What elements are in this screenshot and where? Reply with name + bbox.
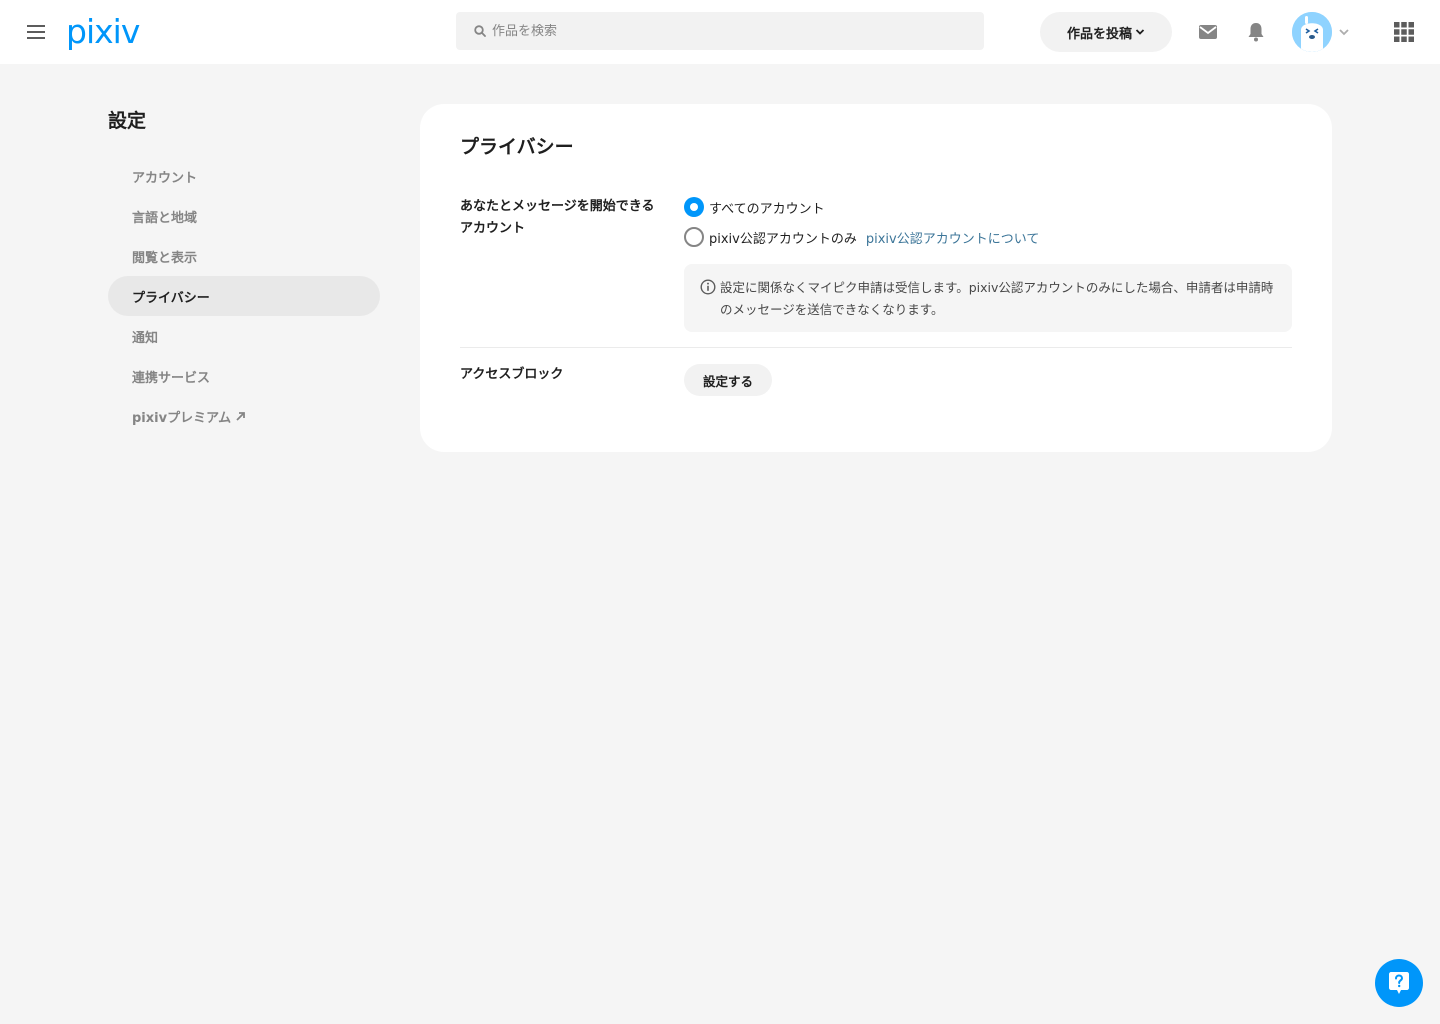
settings-nav: アカウント 言語と地域 閲覧と表示 プライバシー 通知 連携サービス pixiv…: [108, 156, 380, 436]
info-text: 設定に関係なくマイピク申請は受信します。pixiv公認アカウントのみにした場合、…: [720, 280, 1274, 317]
menu-icon: [27, 25, 45, 39]
bell-icon: [1248, 23, 1264, 42]
sidebar-item-privacy[interactable]: プライバシー: [108, 276, 380, 316]
search-bar[interactable]: [456, 12, 984, 50]
sidebar-item-label: 通知: [132, 330, 159, 346]
divider: [460, 347, 1292, 348]
sidebar-item-label: pixivプレミアム: [132, 410, 232, 426]
radio-checked-icon[interactable]: [684, 197, 704, 217]
avatar-face-icon: [1292, 12, 1332, 52]
chevron-down-icon: [1135, 29, 1145, 35]
radio-all-accounts[interactable]: すべてのアカウント: [684, 197, 825, 217]
privacy-settings-card: プライバシー あなたとメッセージを開始できるアカウント すべてのアカウント pi…: [420, 104, 1332, 452]
access-block-settings-button[interactable]: 設定する: [684, 364, 772, 396]
apps-grid-icon: [1394, 22, 1414, 42]
official-accounts-link[interactable]: pixiv公認アカウントについて: [866, 228, 1039, 247]
menu-button[interactable]: [22, 20, 50, 44]
radio-unchecked-icon[interactable]: [684, 227, 704, 247]
sidebar-item-language[interactable]: 言語と地域: [108, 196, 380, 236]
access-block-label: アクセスブロック: [460, 367, 564, 382]
external-link-icon: [235, 411, 246, 422]
avatar[interactable]: [1292, 12, 1332, 52]
apps-button[interactable]: [1392, 20, 1416, 44]
pixiv-logo[interactable]: pixiv: [66, 10, 140, 54]
top-header: pixiv 作品を投稿: [0, 0, 1440, 64]
help-button[interactable]: [1375, 959, 1423, 1007]
sidebar-item-label: プライバシー: [132, 290, 210, 306]
sidebar-item-label: アカウント: [132, 170, 198, 186]
post-work-label: 作品を投稿: [1066, 26, 1132, 42]
sidebar-item-label: 閲覧と表示: [132, 250, 198, 266]
post-work-button[interactable]: 作品を投稿: [1040, 12, 1172, 52]
sidebar-item-label: 連携サービス: [132, 370, 211, 386]
notifications-button[interactable]: [1244, 20, 1268, 44]
account-menu-toggle[interactable]: [1337, 24, 1351, 38]
radio-label: すべてのアカウント: [709, 201, 825, 217]
sidebar-item-notifications[interactable]: 通知: [108, 316, 380, 356]
help-icon: [1389, 972, 1409, 994]
mail-icon: [1199, 25, 1217, 39]
page-title: プライバシー: [460, 136, 574, 158]
sidebar-item-label: 言語と地域: [132, 210, 198, 226]
sidebar-item-premium[interactable]: pixivプレミアム: [108, 396, 380, 436]
search-input[interactable]: [492, 23, 972, 39]
radio-official-only[interactable]: pixiv公認アカウントのみ pixiv公認アカウントについて: [684, 227, 1039, 247]
sidebar-item-linked-services[interactable]: 連携サービス: [108, 356, 380, 396]
message-setting-label: あなたとメッセージを開始できるアカウント: [460, 199, 655, 236]
chevron-down-icon: [1339, 29, 1349, 36]
settings-title: 設定: [108, 110, 147, 132]
info-icon: [700, 279, 716, 302]
sidebar-item-account[interactable]: アカウント: [108, 156, 380, 196]
info-notice: 設定に関係なくマイピク申請は受信します。pixiv公認アカウントのみにした場合、…: [684, 264, 1292, 332]
sidebar-item-display[interactable]: 閲覧と表示: [108, 236, 380, 276]
search-icon: [474, 25, 486, 37]
radio-label: pixiv公認アカウントのみ: [709, 231, 857, 247]
messages-button[interactable]: [1196, 20, 1220, 44]
